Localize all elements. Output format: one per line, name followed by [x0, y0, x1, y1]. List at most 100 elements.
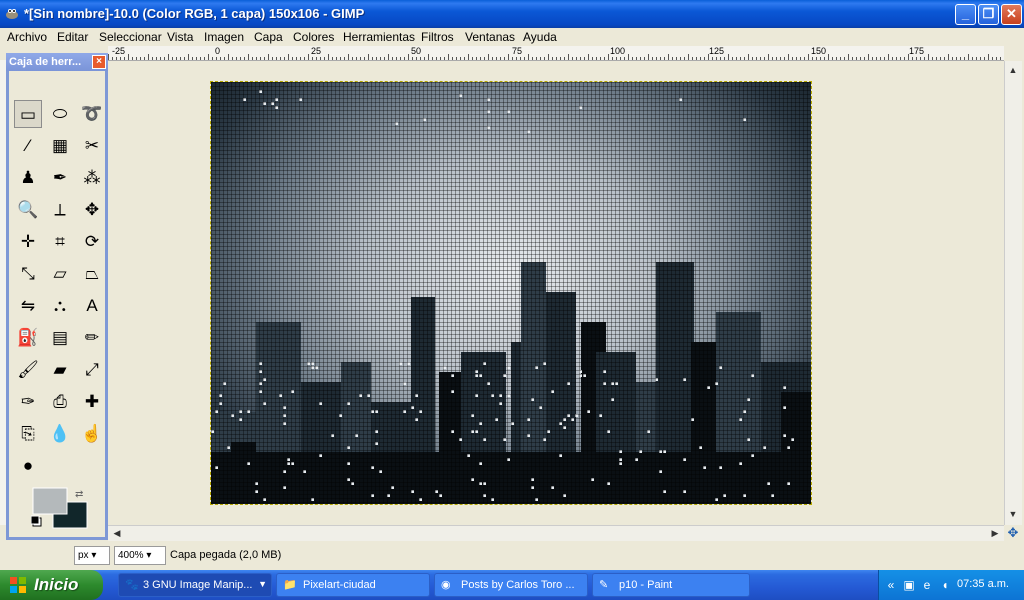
ruler-tick: [768, 54, 769, 60]
dodge-burn-icon[interactable]: ●: [14, 452, 42, 480]
ruler-tick: [880, 57, 881, 60]
menu-archivo[interactable]: Archivo: [7, 30, 47, 44]
text-icon[interactable]: A: [78, 292, 106, 320]
scale-icon[interactable]: ⤡: [14, 260, 42, 288]
cage-icon[interactable]: ⛬: [46, 292, 74, 320]
horizontal-scrollbar[interactable]: ◀ ▶: [108, 525, 1004, 541]
ruler-tick: [572, 57, 573, 60]
scroll-right-icon[interactable]: ▶: [988, 526, 1002, 540]
close-button[interactable]: ✕: [1001, 4, 1022, 25]
ruler-tick: [296, 57, 297, 60]
scissors-select-icon[interactable]: ✂: [78, 132, 106, 160]
swap-colors-icon[interactable]: ⇄: [75, 489, 83, 500]
paths-icon[interactable]: ✒: [46, 164, 74, 192]
ruler-tick: [368, 54, 369, 60]
close-icon[interactable]: ×: [92, 55, 106, 69]
ruler-tick: [124, 57, 125, 60]
fuzzy-select-icon[interactable]: ⁄: [14, 132, 42, 160]
clone-icon[interactable]: ⎙: [46, 388, 74, 416]
crop-icon[interactable]: ⌗: [46, 228, 74, 256]
menu-herramientas[interactable]: Herramientas: [343, 30, 415, 44]
unit-select[interactable]: px ▾: [74, 546, 110, 565]
ruler-tick: [196, 57, 197, 60]
pixel-grid: [211, 82, 811, 504]
color-picker-icon[interactable]: ⁂: [78, 164, 106, 192]
menu-vista[interactable]: Vista: [167, 30, 193, 44]
measure-icon[interactable]: ⟂: [46, 196, 74, 224]
bucket-fill-icon[interactable]: ⛽: [14, 324, 42, 352]
fg-bg-color-swatch[interactable]: ⇄: [31, 486, 95, 534]
ruler-tick: [624, 57, 625, 60]
firefox-icon: ◉: [441, 579, 451, 591]
zoom-select[interactable]: 400% ▾: [114, 546, 166, 565]
scroll-up-icon[interactable]: ▲: [1006, 63, 1020, 77]
navigate-icon[interactable]: ✥: [1005, 526, 1021, 540]
menu-editar[interactable]: Editar: [57, 30, 88, 44]
ruler-tick: [648, 54, 649, 60]
free-select-icon[interactable]: ➰: [78, 100, 106, 128]
vertical-scrollbar[interactable]: ▲ ▼: [1004, 61, 1022, 525]
network-icon[interactable]: ▣: [901, 577, 917, 593]
volume-icon[interactable]: ◖: [937, 577, 953, 593]
perspective-clone-icon[interactable]: ⎘: [14, 420, 42, 448]
blend-icon[interactable]: ▤: [46, 324, 74, 352]
foreground-select-icon[interactable]: ♟: [14, 164, 42, 192]
zoom-icon[interactable]: 🔍: [14, 196, 42, 224]
ruler-tick: [972, 57, 973, 60]
ruler-tick: [472, 57, 473, 60]
paintbrush-icon[interactable]: 🖌: [14, 356, 42, 384]
tray-expand-icon[interactable]: «: [883, 577, 899, 593]
airbrush-icon[interactable]: ⤢: [78, 356, 106, 384]
menu-imagen[interactable]: Imagen: [204, 30, 244, 44]
ink-icon[interactable]: ✑: [14, 388, 42, 416]
ruler-tick: [636, 57, 637, 60]
toolbox-titlebar[interactable]: Caja de herr... ×: [6, 53, 108, 71]
start-button[interactable]: Inicio: [0, 570, 103, 600]
ruler-tick: [696, 57, 697, 60]
menu-ayuda[interactable]: Ayuda: [523, 30, 557, 44]
task-firefox[interactable]: ◉ Posts by Carlos Toro ...: [434, 573, 588, 597]
ruler-tick: [420, 57, 421, 60]
ruler-tick: [780, 57, 781, 60]
blur-icon[interactable]: 💧: [46, 420, 74, 448]
ruler-tick: [912, 57, 913, 60]
move-icon[interactable]: ✥: [78, 196, 106, 224]
perspective-icon[interactable]: ⏢: [78, 260, 106, 288]
ie-icon[interactable]: e: [919, 577, 935, 593]
ruler-tick: [820, 57, 821, 60]
ruler-tick: [448, 54, 449, 60]
maximize-button[interactable]: ❐: [978, 4, 999, 25]
shear-icon[interactable]: ▱: [46, 260, 74, 288]
horizontal-ruler[interactable]: -25 0 25 50 75 100 125 150 175: [108, 46, 1004, 61]
menu-colores[interactable]: Colores: [293, 30, 334, 44]
heal-icon[interactable]: ✚: [78, 388, 106, 416]
task-folder[interactable]: 📁 Pixelart-ciudad: [276, 573, 430, 597]
ruler-tick: [924, 57, 925, 60]
rect-select-icon[interactable]: ▭: [14, 100, 42, 128]
flip-icon[interactable]: ⇋: [14, 292, 42, 320]
minimize-button[interactable]: _: [955, 4, 976, 25]
ruler-tick: [312, 57, 313, 60]
task-paint[interactable]: ✎ p10 - Paint: [592, 573, 750, 597]
scroll-down-icon[interactable]: ▼: [1006, 507, 1020, 521]
ruler-tick: [832, 57, 833, 60]
image-canvas[interactable]: [210, 81, 812, 505]
ruler-tick: [160, 57, 161, 60]
menu-capa[interactable]: Capa: [254, 30, 283, 44]
align-icon[interactable]: ✛: [14, 228, 42, 256]
ellipse-select-icon[interactable]: ⬭: [46, 100, 74, 128]
rotate-icon[interactable]: ⟳: [78, 228, 106, 256]
menu-seleccionar[interactable]: Seleccionar: [99, 30, 162, 44]
pencil-icon[interactable]: ✏: [78, 324, 106, 352]
task-gimp[interactable]: 🐾 3 GNU Image Manip... ▼: [118, 573, 272, 597]
select-by-color-icon[interactable]: ▦: [46, 132, 74, 160]
ruler-tick: [876, 57, 877, 60]
foreground-color[interactable]: [32, 487, 68, 515]
menu-ventanas[interactable]: Ventanas: [465, 30, 515, 44]
eraser-icon[interactable]: ▰: [46, 356, 74, 384]
ruler-tick: [692, 57, 693, 60]
smudge-icon[interactable]: ☝: [78, 420, 106, 448]
menu-filtros[interactable]: Filtros: [421, 30, 454, 44]
ruler-tick: [800, 57, 801, 60]
scroll-left-icon[interactable]: ◀: [110, 526, 124, 540]
